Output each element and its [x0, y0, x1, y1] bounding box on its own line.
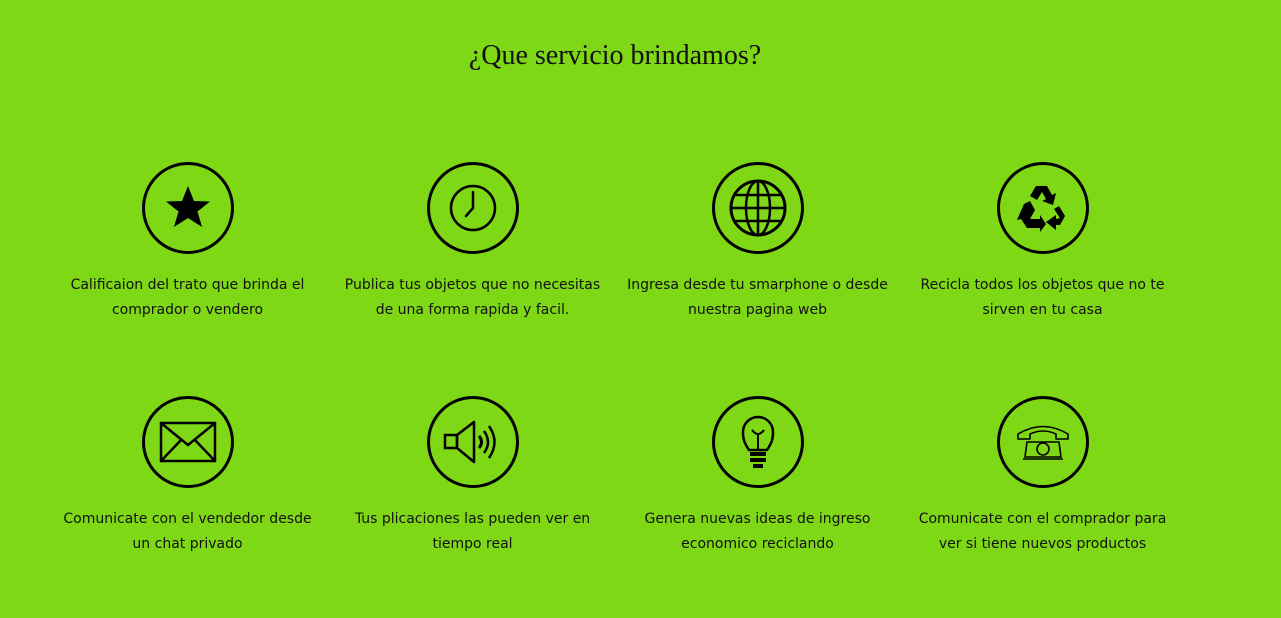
service-card-chat: Comunicate con el vendedor desde un chat…: [45, 396, 330, 596]
service-description: Genera nuevas ideas de ingreso economico…: [644, 511, 871, 552]
icon-circle: [141, 162, 234, 254]
service-card-publish: Publica tus objetos que no necesitas de …: [330, 162, 615, 396]
service-card-contact: Comunicate con el comprador para ver si …: [900, 396, 1185, 596]
service-card-realtime: Tus plicaciones las pueden ver en tiempo…: [330, 396, 615, 596]
service-card-rating: Calificaion del trato que brinda el comp…: [45, 162, 330, 396]
service-description: Tus plicaciones las pueden ver en tiempo…: [354, 511, 591, 552]
service-description: Publica tus objetos que no necesitas de …: [344, 277, 601, 318]
section-title: ¿Que servicio brindamos?: [468, 40, 762, 71]
services-grid: Calificaion del trato que brinda el comp…: [45, 162, 1185, 596]
services-section: ¿Que servicio brindamos? Calificaion del…: [0, 0, 1281, 618]
icon-circle: [711, 162, 804, 254]
service-card-access: Ingresa desde tu smarphone o desde nuest…: [615, 162, 900, 396]
envelope-icon: [159, 421, 217, 463]
lightbulb-icon: [741, 414, 775, 470]
icon-circle: [996, 162, 1089, 254]
clock-icon: [448, 183, 498, 233]
service-description: Ingresa desde tu smarphone o desde nuest…: [627, 277, 888, 318]
star-icon: [163, 183, 213, 233]
recycle-icon: [1015, 182, 1071, 234]
service-description: Recicla todos los objetos que no te sirv…: [920, 277, 1165, 318]
service-description: Comunicate con el comprador para ver si …: [918, 511, 1167, 552]
icon-circle: [426, 396, 519, 488]
megaphone-icon: [442, 417, 504, 467]
icon-circle: [426, 162, 519, 254]
service-description: Comunicate con el vendedor desde un chat…: [63, 511, 312, 552]
globe-icon: [728, 178, 788, 238]
service-card-ideas: Genera nuevas ideas de ingreso economico…: [615, 396, 900, 596]
telephone-icon: [1015, 421, 1071, 463]
icon-circle: [141, 396, 234, 488]
service-card-recycle: Recicla todos los objetos que no te sirv…: [900, 162, 1185, 396]
service-description: Calificaion del trato que brinda el comp…: [70, 277, 305, 318]
icon-circle: [996, 396, 1089, 488]
icon-circle: [711, 396, 804, 488]
